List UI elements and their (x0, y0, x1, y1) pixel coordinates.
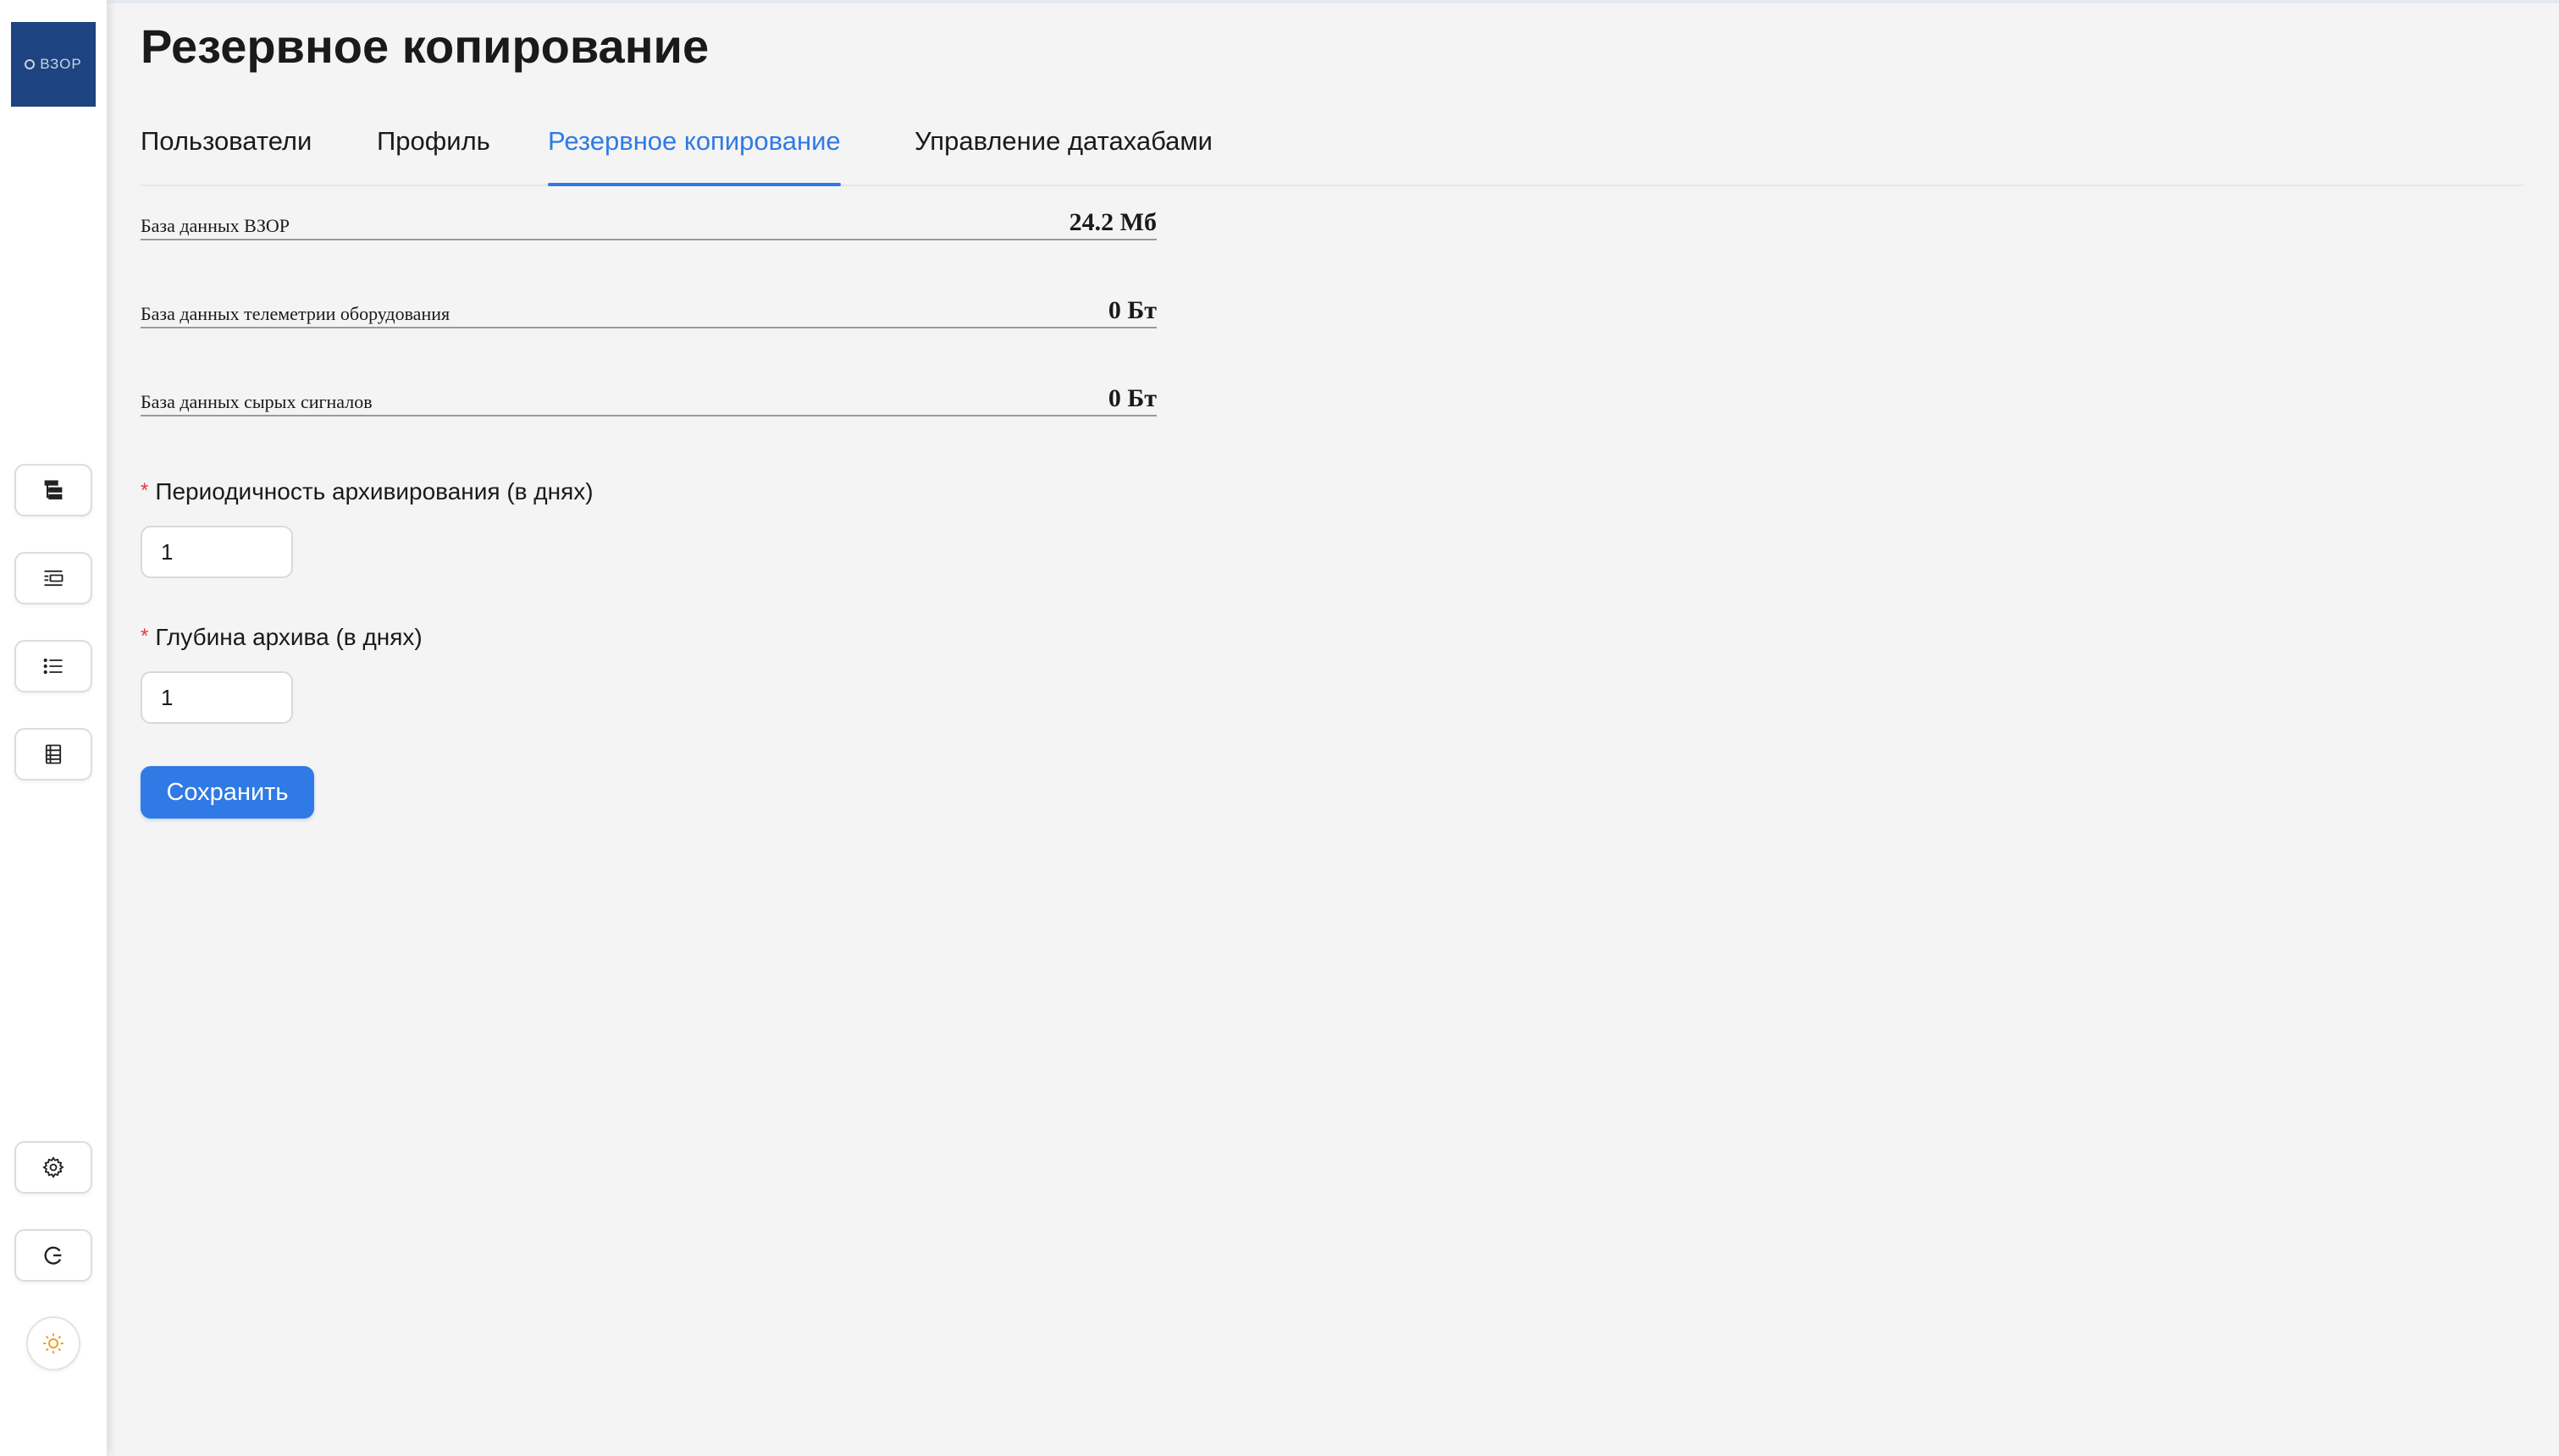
logout-icon (44, 1246, 62, 1265)
settings-button[interactable] (14, 1141, 92, 1194)
bullet-list-icon (43, 658, 63, 675)
list-indent-icon (44, 570, 64, 587)
tab-datahub-management[interactable]: Управление датахабами (915, 119, 1213, 185)
period-field-label: * Периодичность архивирования (в днях) (141, 478, 594, 505)
db-label: База данных сырых сигналов (141, 391, 373, 412)
hierarchy-icon (44, 480, 63, 499)
db-size: 0 Бт (1108, 296, 1157, 324)
period-label-text: Периодичность архивирования (в днях) (155, 478, 594, 505)
page-title: Резервное копирование (141, 19, 710, 73)
ledger-icon (45, 744, 62, 764)
brand-logo[interactable]: ВЗОР (11, 22, 96, 107)
depth-field-label: * Глубина архива (в днях) (141, 624, 423, 651)
sidebar-item-bullet-list[interactable] (14, 640, 92, 692)
sun-icon (43, 1333, 64, 1354)
gear-icon (42, 1156, 64, 1178)
sidebar-item-ledger[interactable] (14, 728, 92, 780)
tab-profile[interactable]: Профиль (377, 119, 490, 185)
tab-users[interactable]: Пользователи (141, 119, 312, 185)
db-row-raw-signals: База данных сырых сигналов 0 Бт (141, 384, 1157, 416)
sidebar-item-hierarchy[interactable] (14, 464, 92, 516)
logo-text: ВЗОР (40, 56, 82, 72)
theme-toggle[interactable] (26, 1316, 80, 1371)
db-label: База данных ВЗОР (141, 215, 290, 236)
db-label: База данных телеметрии оборудования (141, 303, 450, 324)
db-row-telemetry: База данных телеметрии оборудования 0 Бт (141, 296, 1157, 328)
db-row-vzor: База данных ВЗОР 24.2 Мб (141, 208, 1157, 240)
depth-label-text: Глубина архива (в днях) (155, 624, 423, 650)
save-button[interactable]: Сохранить (141, 766, 314, 819)
logo-mark-icon (25, 59, 36, 69)
required-mark: * (141, 479, 149, 502)
top-border (0, 0, 2559, 3)
tab-backup[interactable]: Резервное копирование (548, 119, 841, 186)
settings-tabs: Пользователи Профиль Резервное копирован… (141, 119, 2523, 186)
sidebar-item-list-indent[interactable] (14, 552, 92, 604)
logout-button[interactable] (14, 1229, 92, 1282)
db-size: 24.2 Мб (1069, 208, 1157, 236)
sidebar: ВЗОР (0, 0, 107, 1456)
required-mark: * (141, 625, 149, 648)
depth-input[interactable] (141, 671, 293, 724)
period-input[interactable] (141, 526, 293, 578)
db-size: 0 Бт (1108, 384, 1157, 412)
